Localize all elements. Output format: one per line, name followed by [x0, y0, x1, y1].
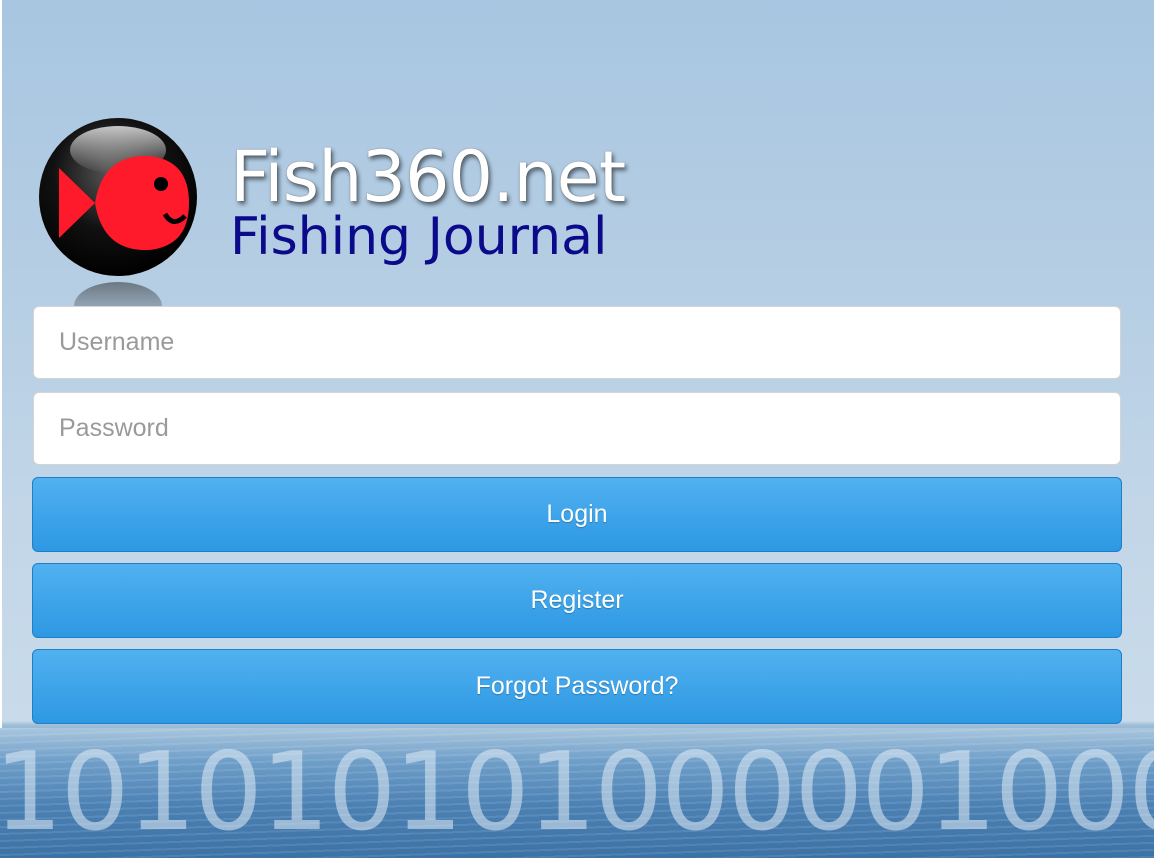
username-input[interactable]	[33, 306, 1121, 379]
register-button[interactable]: Register	[32, 563, 1122, 638]
login-button[interactable]: Login	[32, 477, 1122, 552]
fish-logo-icon	[37, 116, 199, 278]
logo-reflection	[37, 280, 199, 306]
brand-subtitle: Fishing Journal	[230, 207, 608, 267]
binary-watermark: 1010101010000010000	[0, 730, 1154, 855]
sea-background: 1010101010000010000	[0, 728, 1154, 858]
forgot-password-button[interactable]: Forgot Password?	[32, 649, 1122, 724]
password-input[interactable]	[33, 392, 1121, 465]
